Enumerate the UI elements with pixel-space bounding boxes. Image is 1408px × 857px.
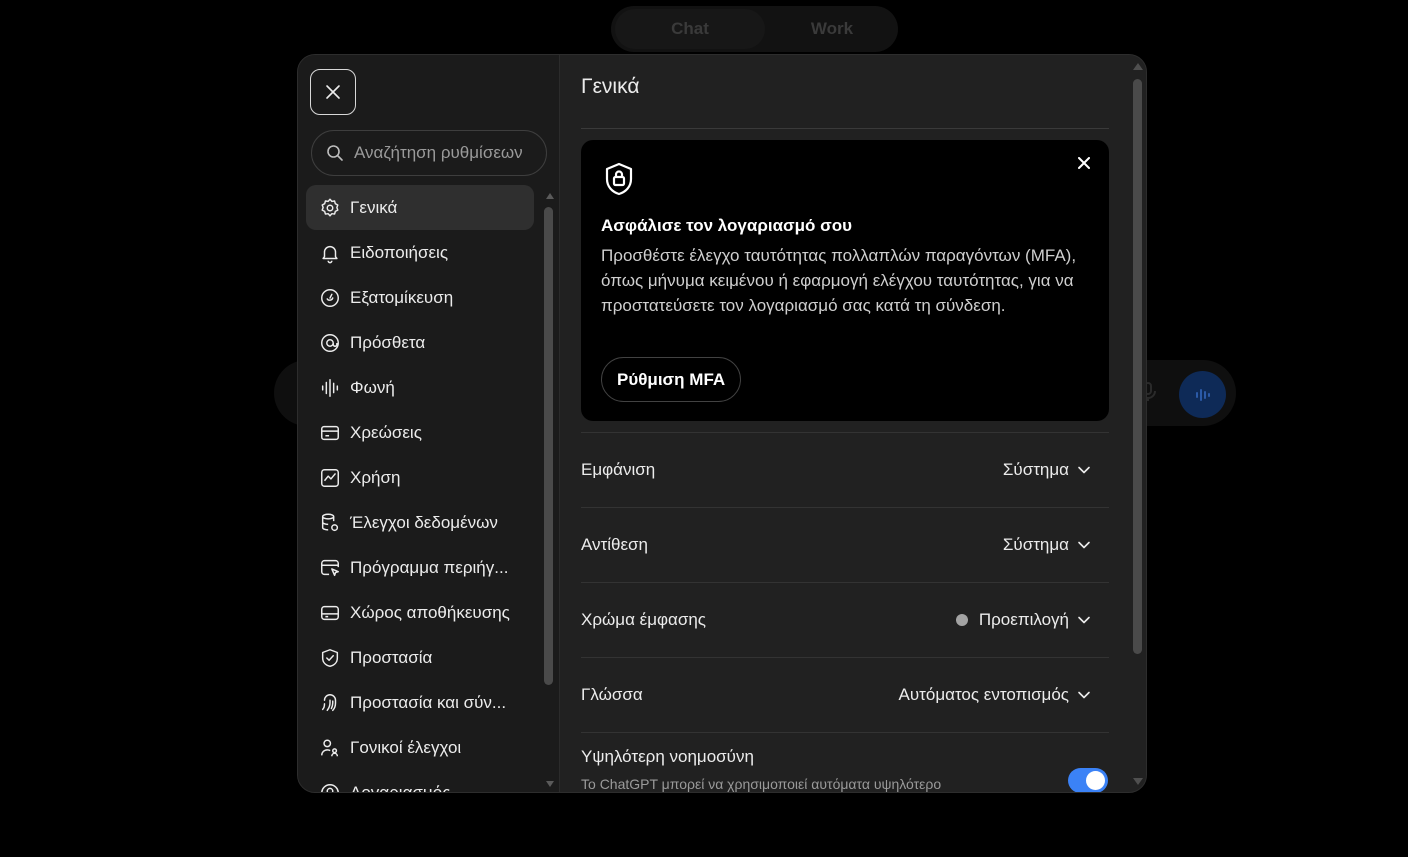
database-gear-icon — [321, 513, 339, 531]
sidebar-item-label: Πρόγραμμα περιήγ... — [350, 557, 509, 577]
content-scrollbar-thumb[interactable] — [1133, 79, 1142, 654]
close-icon — [1078, 157, 1090, 169]
sidebar-item-apps[interactable]: Πρόσθετα — [306, 320, 534, 365]
dropdown-value: Σύστημα — [1002, 535, 1069, 554]
sidebar-item-voice[interactable]: Φωνή — [306, 365, 534, 410]
sidebar-item-parental-controls[interactable]: Γονικοί έλεγχοι — [306, 725, 534, 770]
close-icon — [326, 85, 340, 99]
browser-cursor-icon — [321, 559, 339, 576]
voice-mode-button — [1179, 371, 1226, 418]
storage-drive-icon — [321, 605, 339, 620]
settings-sidebar: Γενικά Ειδοποιήσεις Εξατομίκευση Πρόσθετ… — [298, 55, 560, 792]
sidebar-item-notifications[interactable]: Ειδοποιήσεις — [306, 230, 534, 275]
setting-label: Εμφάνιση — [581, 460, 656, 479]
close-button[interactable] — [310, 69, 356, 115]
parental-user-icon — [321, 738, 339, 756]
account-icon — [321, 783, 339, 792]
scroll-up-arrow[interactable] — [1132, 61, 1144, 71]
search-input[interactable] — [354, 143, 534, 163]
settings-modal: Γενικά Ειδοποιήσεις Εξατομίκευση Πρόσθετ… — [297, 54, 1147, 793]
sidebar-item-label: Ειδοποιήσεις — [350, 242, 449, 262]
setup-mfa-button[interactable]: Ρύθμιση MFA — [601, 357, 742, 402]
sidebar-scrollbar-thumb[interactable] — [544, 207, 553, 685]
settings-content: Γενικά Ασφάλισε τον λογαριασμό σου Προσθ… — [561, 55, 1146, 792]
sidebar-item-usage[interactable]: Χρήση — [306, 455, 534, 500]
sidebar-item-data-controls[interactable]: Έλεγχοι δεδομένων — [306, 500, 534, 545]
dropdown-value: Σύστημα — [1002, 460, 1069, 479]
setting-label: Γλώσσα — [581, 685, 643, 704]
mode-toggle: Chat Work — [611, 6, 898, 52]
shield-check-icon — [321, 648, 339, 667]
fingerprint-icon — [321, 693, 337, 711]
personalization-icon — [321, 288, 339, 307]
settings-search[interactable] — [311, 130, 547, 176]
dropdown-value: Προεπιλογή — [978, 610, 1069, 629]
voice-wave-icon — [1195, 388, 1210, 401]
setting-row-intelligence: Υψηλότερη νοημοσύνη Το ChatGPT μπορεί να… — [581, 732, 1109, 792]
setting-row-contrast: Αντίθεση Σύστημα — [581, 507, 1109, 582]
sidebar-item-label: Γονικοί έλεγχοι — [350, 737, 462, 757]
intelligence-toggle[interactable] — [1068, 768, 1108, 792]
chevron-down-icon — [1078, 616, 1090, 624]
setting-row-accent-color: Χρώμα έμφασης Προεπιλογή — [581, 582, 1109, 657]
chevron-down-icon — [1078, 691, 1090, 699]
mfa-card: Ασφάλισε τον λογαριασμό σου Προσθέστε έλ… — [581, 140, 1109, 421]
title-divider — [581, 128, 1109, 129]
setting-row-language: Γλώσσα Αυτόματος εντοπισμός — [581, 657, 1109, 732]
appearance-dropdown[interactable]: Σύστημα — [1003, 460, 1091, 480]
toggle-knob — [1086, 771, 1105, 790]
sidebar-item-label: Χώρος αποθήκευσης — [350, 602, 510, 622]
chevron-down-icon — [1078, 466, 1090, 474]
sidebar-item-label: Προστασία και σύν... — [350, 692, 507, 712]
sidebar-item-label: Λογαριασμός — [350, 782, 451, 793]
scroll-down-arrow[interactable] — [1132, 777, 1144, 787]
sidebar-item-personalization[interactable]: Εξατομίκευση — [306, 275, 534, 320]
setting-description: Το ChatGPT μπορεί να χρησιμοποιεί αυτόμα… — [581, 776, 942, 792]
setting-label: Αντίθεση — [581, 535, 649, 554]
mfa-card-text: Προσθέστε έλεγχο ταυτότητας πολλαπλών πα… — [601, 246, 1077, 315]
apps-icon — [321, 333, 339, 352]
sidebar-item-account[interactable]: Λογαριασμός — [306, 770, 534, 793]
sidebar-item-label: Πρόσθετα — [350, 332, 426, 352]
chevron-down-icon — [1078, 541, 1090, 549]
tab-work: Work — [810, 19, 854, 38]
setting-label: Υψηλότερη νοημοσύνη — [581, 747, 754, 766]
usage-chart-icon — [321, 468, 339, 487]
gear-icon — [321, 198, 339, 217]
sidebar-item-security-login[interactable]: Προστασία και σύν... — [306, 680, 534, 725]
sidebar-item-general[interactable]: Γενικά — [306, 185, 534, 230]
language-dropdown[interactable]: Αυτόματος εντοπισμός — [899, 685, 1091, 705]
dismiss-card-button[interactable] — [1075, 154, 1093, 172]
accent-color-swatch — [955, 614, 968, 626]
bell-icon — [322, 245, 338, 263]
sidebar-item-label: Προστασία — [350, 647, 433, 667]
sidebar-item-label: Φωνή — [350, 377, 395, 397]
sidebar-item-security[interactable]: Προστασία — [306, 635, 534, 680]
settings-nav: Γενικά Ειδοποιήσεις Εξατομίκευση Πρόσθετ… — [306, 185, 534, 793]
setting-row-appearance: Εμφάνιση Σύστημα — [581, 432, 1109, 507]
setting-label: Χρώμα έμφασης — [581, 610, 706, 629]
accent-color-dropdown[interactable]: Προεπιλογή — [955, 610, 1091, 630]
mfa-card-title: Ασφάλισε τον λογαριασμό σου — [601, 216, 853, 235]
sidebar-item-browser[interactable]: Πρόγραμμα περιήγ... — [306, 545, 534, 590]
sidebar-item-label: Έλεγχοι δεδομένων — [350, 512, 498, 532]
sidebar-item-label: Εξατομίκευση — [350, 287, 454, 307]
contrast-dropdown[interactable]: Σύστημα — [1003, 535, 1091, 555]
search-icon — [327, 145, 343, 161]
credit-card-icon — [321, 425, 339, 440]
dropdown-value: Αυτόματος εντοπισμός — [898, 685, 1069, 704]
sidebar-item-billing[interactable]: Χρεώσεις — [306, 410, 534, 455]
tab-chat: Chat — [615, 9, 765, 49]
sidebar-item-label: Χρεώσεις — [350, 422, 422, 442]
sidebar-item-label: Χρήση — [350, 467, 401, 487]
sidebar-item-label: Γενικά — [350, 197, 398, 217]
page-title: Γενικά — [581, 75, 640, 98]
shield-lock-icon — [605, 162, 633, 196]
voice-wave-icon — [321, 378, 339, 397]
sidebar-item-storage[interactable]: Χώρος αποθήκευσης — [306, 590, 534, 635]
